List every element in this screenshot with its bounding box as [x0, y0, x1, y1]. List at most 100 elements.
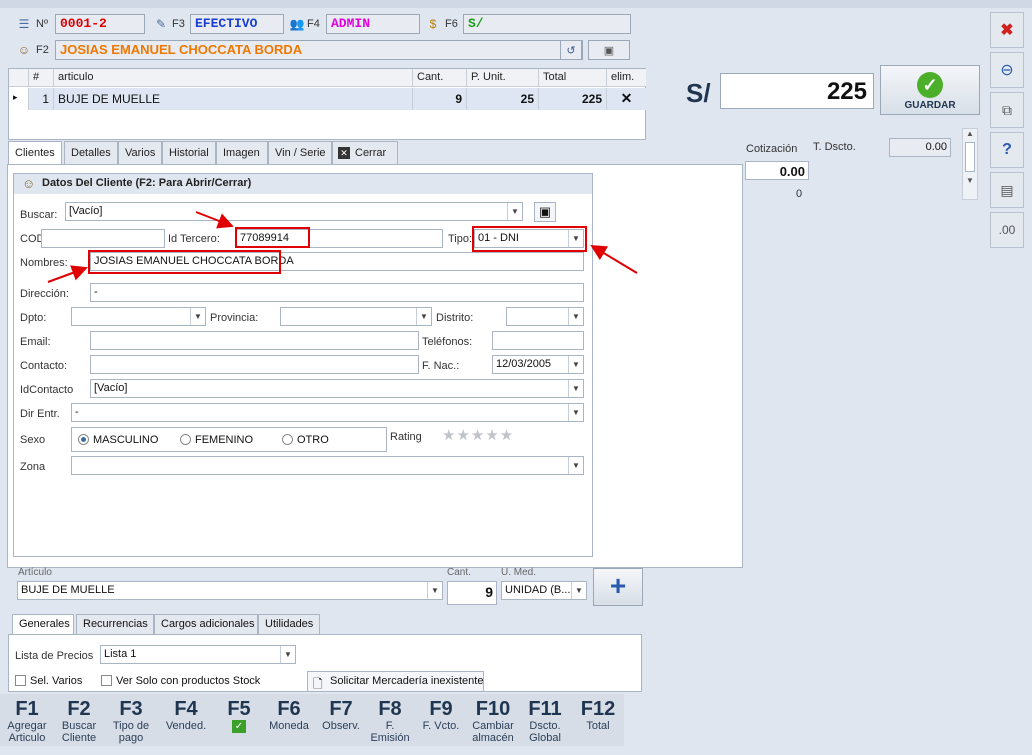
radio-femenino[interactable]: FEMENINO [180, 434, 253, 446]
table-row-cant[interactable]: 9 [413, 88, 467, 110]
history-icon[interactable]: ↺ [560, 40, 582, 60]
radio-otro[interactable]: OTRO [282, 434, 329, 446]
chevron-down-icon[interactable]: ▼ [568, 380, 583, 397]
umed-select[interactable]: UNIDAD (B... ▼ [501, 581, 587, 600]
table-row-total[interactable]: 225 [539, 88, 607, 110]
document-icon: ☰ [18, 17, 30, 31]
lista-precios-select[interactable]: Lista 1 ▼ [100, 645, 296, 664]
solicitar-mercaderia-button[interactable]: 🗋 Solicitar Mercadería inexistente [307, 671, 484, 692]
table-row-punit[interactable]: 25 [467, 88, 539, 110]
minimize-icon[interactable]: ⊖ [990, 52, 1024, 88]
dscto-field[interactable]: 0.00 [889, 138, 951, 157]
save-client-icon[interactable]: ▣ [534, 202, 556, 222]
dpto-select[interactable]: ▼ [71, 307, 206, 326]
tab-cargos-adicionales[interactable]: Cargos adicionales [154, 614, 258, 635]
add-item-icon[interactable]: + [593, 568, 643, 606]
total-amount: 225 [720, 73, 874, 109]
tab-imagen[interactable]: Imagen [216, 141, 268, 165]
direccion-field[interactable]: - [90, 283, 584, 302]
tab-historial[interactable]: Historial [162, 141, 216, 165]
table-row-num[interactable]: 1 [29, 88, 54, 110]
f12-button[interactable]: F12 Total [572, 698, 624, 746]
grid-header-indicator [9, 69, 29, 87]
chevron-down-icon[interactable]: ▼ [190, 308, 205, 325]
tab-varios[interactable]: Varios [118, 141, 162, 165]
tab-generales[interactable]: Generales [12, 614, 74, 636]
title-bar-strip [0, 0, 1032, 8]
chevron-down-icon[interactable]: ▼ [568, 457, 583, 474]
distrito-label: Distrito: [436, 312, 474, 324]
tab-detalles[interactable]: Detalles [64, 141, 118, 165]
contacto-field[interactable] [90, 355, 419, 374]
cod-field[interactable] [41, 229, 165, 248]
tab-cerrar[interactable]: ✕ Cerrar [332, 141, 398, 165]
direntr-select[interactable]: - ▼ [71, 403, 584, 422]
tab-utilidades[interactable]: Utilidades [258, 614, 320, 635]
provincia-label: Provincia: [210, 312, 259, 324]
scroll-up-icon[interactable]: ▲ [963, 129, 977, 138]
email-field[interactable] [90, 331, 419, 350]
chevron-down-icon[interactable]: ▼ [568, 308, 583, 325]
chevron-down-icon[interactable]: ▼ [416, 308, 431, 325]
doc-number-field[interactable]: 0001-2 [55, 14, 145, 34]
rating-stars-icon[interactable]: ★★★★★ [442, 426, 514, 444]
scroll-thumb[interactable] [965, 142, 975, 172]
grid-header-total: Total [539, 69, 607, 87]
articulo-select[interactable]: BUJE DE MUELLE ▼ [17, 581, 443, 600]
ver-solo-stock-checkbox[interactable]: Ver Solo con productos Stock [101, 675, 260, 687]
chevron-down-icon[interactable]: ▼ [568, 404, 583, 421]
decimals-icon[interactable]: .00 [990, 212, 1024, 248]
f5-button[interactable]: F5 ✓ [214, 698, 264, 746]
f3-button[interactable]: F3 Tipo de pago [106, 698, 156, 746]
grid-header-elim: elim. [607, 69, 646, 87]
buscar-select[interactable]: [Vacío] ▼ [65, 202, 523, 221]
radio-masculino[interactable]: MASCULINO [78, 434, 158, 446]
telefonos-field[interactable] [492, 331, 584, 350]
table-row-articulo[interactable]: BUJE DE MUELLE [54, 88, 413, 110]
f6-button[interactable]: F6 Moneda [264, 698, 314, 746]
tab-recurrencias[interactable]: Recurrencias [76, 614, 154, 635]
scroll-down-icon[interactable]: ▼ [963, 176, 977, 185]
delete-row-icon[interactable]: ✕ [607, 88, 646, 110]
side-scrollbar[interactable]: ▲ ▼ [962, 128, 978, 200]
cant-label: Cant. [447, 567, 471, 578]
fnac-value: 12/03/2005 [496, 358, 552, 370]
client-name-field[interactable]: JOSIAS EMANUEL CHOCCATA BORDA [55, 40, 583, 60]
idcontacto-select[interactable]: [Vacío] ▼ [90, 379, 584, 398]
cotizacion-field[interactable]: 0.00 [745, 161, 809, 180]
cant-field[interactable]: 9 [447, 581, 497, 605]
save-disk-icon[interactable]: ▤ [990, 172, 1024, 208]
close-icon[interactable]: ✖ [990, 12, 1024, 48]
provincia-select[interactable]: ▼ [280, 307, 432, 326]
new-document-icon: 🗋 [313, 677, 323, 691]
f1-button[interactable]: F1 Agregar Articulo [2, 698, 52, 746]
chevron-down-icon[interactable]: ▼ [568, 356, 583, 373]
chevron-down-icon[interactable]: ▼ [507, 203, 522, 220]
help-icon[interactable]: ? [990, 132, 1024, 168]
f2-button[interactable]: F2 Buscar Cliente [54, 698, 104, 746]
payment-type-field[interactable]: EFECTIVO [190, 14, 284, 34]
f8-button[interactable]: F8 F. Emisión [366, 698, 414, 746]
chevron-down-icon[interactable]: ▼ [427, 582, 442, 599]
f11-button[interactable]: F11 Dscto. Global [520, 698, 570, 746]
currency-field[interactable]: S/ [463, 14, 631, 34]
tab-vin-serie[interactable]: Vin / Serie [268, 141, 332, 165]
distrito-select[interactable]: ▼ [506, 307, 584, 326]
client-group-header[interactable]: ☺ Datos Del Cliente (F2: Para Abrir/Cerr… [14, 174, 592, 194]
fnac-field[interactable]: 12/03/2005 ▼ [492, 355, 584, 374]
save-button[interactable]: ✓ GUARDAR [880, 65, 980, 115]
sel-varios-checkbox[interactable]: Sel. Varios [15, 675, 82, 687]
f10-button[interactable]: F10 Cambiar almacén [468, 698, 518, 746]
rating-label: Rating [390, 431, 422, 443]
dpto-label: Dpto: [20, 312, 47, 324]
f7-button[interactable]: F7 Observ. [316, 698, 366, 746]
copy-icon[interactable]: ⧉ [990, 92, 1024, 128]
f9-button[interactable]: F9 F. Vcto. [418, 698, 464, 746]
seller-field[interactable]: ADMIN [326, 14, 420, 34]
chevron-down-icon[interactable]: ▼ [571, 582, 586, 599]
client-card-icon[interactable]: ▣ [588, 40, 630, 60]
chevron-down-icon[interactable]: ▼ [280, 646, 295, 663]
zona-select[interactable]: ▼ [71, 456, 584, 475]
f4-button[interactable]: F4 Vended. [160, 698, 212, 746]
highlight-tipo [472, 226, 587, 252]
